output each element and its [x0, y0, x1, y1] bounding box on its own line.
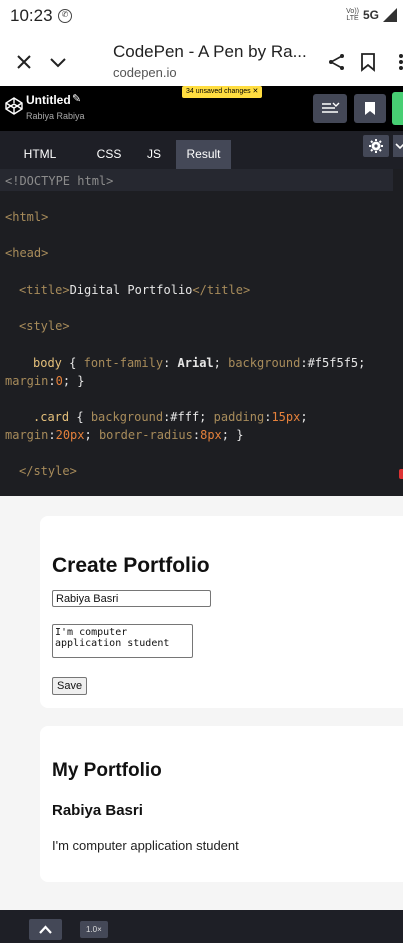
- about-textarea[interactable]: I'm computer application student: [52, 624, 193, 658]
- tab-css[interactable]: CSS: [91, 140, 127, 169]
- status-time: 10:23: [10, 6, 53, 25]
- code-line: margin:20px; border-radius:8px; }: [5, 428, 244, 442]
- network-type: 5G: [362, 8, 379, 22]
- editor-tabs: HTML CSS JS Result: [0, 131, 403, 169]
- save-pen-button[interactable]: [354, 94, 386, 123]
- chevron-down-icon[interactable]: [46, 50, 70, 74]
- portfolio-about: I'm computer application student: [52, 838, 239, 853]
- portfolio-heading: My Portfolio: [52, 760, 162, 781]
- page-title: CodePen - A Pen by Ra...: [113, 42, 307, 61]
- settings-button[interactable]: [363, 135, 389, 157]
- whatsapp-icon: ✆: [58, 9, 72, 23]
- run-button[interactable]: [392, 92, 403, 125]
- codepen-logo-icon[interactable]: [4, 96, 24, 116]
- save-button[interactable]: Save: [52, 677, 88, 695]
- volte-indicator: Vo)) LTE: [346, 8, 359, 22]
- more-icon[interactable]: [393, 50, 403, 74]
- chevron-down-icon: [395, 143, 403, 150]
- status-indicators: Vo)) LTE 5G: [346, 8, 397, 22]
- name-input[interactable]: [52, 590, 211, 607]
- code-editor[interactable]: <!DOCTYPE html> <html> <head> <title>Dig…: [0, 169, 403, 496]
- pen-title[interactable]: Untitled: [26, 93, 71, 107]
- layout-icon: [322, 102, 340, 113]
- create-portfolio-card: Create Portfolio I'm computer applicatio…: [40, 516, 403, 708]
- page-domain: codepen.io: [113, 65, 177, 80]
- bottom-bar: 1.0×: [0, 910, 403, 943]
- result-preview: Create Portfolio I'm computer applicatio…: [0, 496, 403, 910]
- chevron-up-icon: [39, 925, 52, 934]
- code-line: <style>: [19, 319, 70, 333]
- code-line: body { font-family: Arial; background:#f…: [33, 356, 366, 370]
- tab-html[interactable]: HTML: [0, 140, 80, 169]
- code-line: margin:0; }: [5, 374, 85, 388]
- code-line: <head>: [5, 246, 49, 260]
- code-line: </style>: [19, 464, 77, 478]
- portfolio-name: Rabiya Basri: [52, 802, 143, 819]
- expand-console-button[interactable]: [29, 919, 62, 940]
- my-portfolio-card: My Portfolio Rabiya Basri I'm computer a…: [40, 726, 403, 882]
- editor-menu-button[interactable]: [393, 135, 403, 157]
- tab-js[interactable]: JS: [139, 140, 169, 169]
- tab-result[interactable]: Result: [176, 140, 231, 169]
- form-heading: Create Portfolio: [52, 554, 210, 577]
- bookmark-fill-icon: [365, 102, 375, 115]
- share-icon[interactable]: [327, 52, 347, 72]
- code-line: <html>: [5, 210, 49, 224]
- code-line: .card { background:#fff; padding:15px;: [33, 410, 308, 424]
- gear-icon: [369, 139, 383, 153]
- codepen-header: Untitled ✎ Rabiya Rabiya 34 unsaved chan…: [0, 86, 403, 131]
- close-icon[interactable]: [12, 50, 36, 74]
- scroll-indicator: [399, 469, 403, 479]
- bookmark-icon[interactable]: [359, 52, 377, 72]
- unsaved-changes-badge[interactable]: 34 unsaved changes ✕: [182, 86, 263, 98]
- status-bar: 10:23 ✆ Vo)) LTE 5G: [0, 0, 403, 38]
- code-line: <!DOCTYPE html>: [5, 174, 114, 188]
- layout-button[interactable]: [313, 94, 347, 123]
- code-line: <title>Digital Portfolio</title>: [19, 283, 251, 297]
- signal-icon: [383, 8, 397, 22]
- pencil-icon[interactable]: ✎: [72, 92, 81, 105]
- zoom-level[interactable]: 1.0×: [80, 921, 108, 938]
- browser-toolbar: CodePen - A Pen by Ra... codepen.io: [0, 38, 403, 86]
- pen-author[interactable]: Rabiya Rabiya: [26, 111, 85, 121]
